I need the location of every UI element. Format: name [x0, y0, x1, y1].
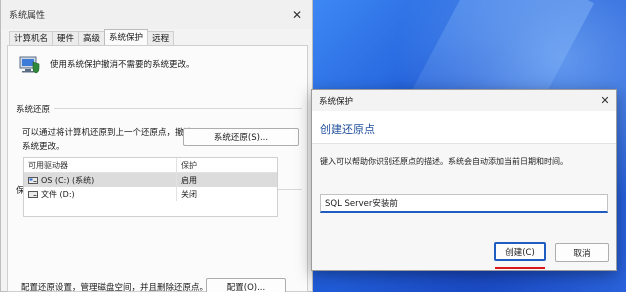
shield-computer-icon — [19, 56, 40, 74]
drive-name: OS (C:) (系统) — [41, 175, 95, 185]
table-row[interactable]: 文件 (D:) 关闭 — [24, 187, 277, 201]
restore-section-title: 系统还原 — [16, 105, 51, 115]
table-header: 可用驱动器 保护 — [24, 158, 277, 173]
tab-system-protection[interactable]: 系统保护 — [104, 29, 149, 45]
restore-text-line2: 系统更改。 — [22, 142, 65, 152]
title-bar: 系统属性 ✕ — [1, 0, 312, 29]
section-divider — [54, 108, 302, 109]
protection-description: 使用系统保护撤消不需要的系统更改。 — [50, 60, 195, 70]
close-icon[interactable]: ✕ — [282, 4, 312, 26]
create-button[interactable]: 创建(C) — [494, 242, 546, 261]
close-icon[interactable]: ✕ — [594, 94, 616, 107]
column-header-protection: 保护 — [176, 158, 277, 172]
drive-icon — [28, 190, 38, 198]
tab-strip: 计算机名 硬件 高级 系统保护 远程 — [9, 29, 175, 45]
dialog-title: 系统保护 — [319, 96, 354, 107]
drive-name: 文件 (D:) — [41, 189, 75, 199]
highlight-underline — [495, 267, 545, 269]
system-protection-dialog: 系统保护 ✕ 创建还原点 键入可以帮助你识别还原点的描述。系统会自动添加当前日期… — [311, 89, 617, 271]
table-row[interactable]: OS (C:) (系统) 启用 — [24, 173, 277, 187]
drive-table: 可用驱动器 保护 OS (C:) (系统) 启用 文件 (D:) 关闭 — [23, 157, 278, 217]
cancel-button[interactable]: 取消 — [555, 243, 609, 262]
configure-button[interactable]: 配置(O)... — [206, 278, 286, 292]
drive-status: 启用 — [176, 173, 277, 187]
drive-status: 关闭 — [176, 187, 277, 201]
dialog-heading: 创建还原点 — [320, 123, 375, 136]
system-properties-window: 系统属性 ✕ 计算机名 硬件 高级 系统保护 远程 使用系统保护撤消不需要的系统… — [0, 0, 313, 292]
column-header-drives: 可用驱动器 — [28, 160, 68, 170]
window-title: 系统属性 — [9, 11, 46, 21]
tab-computer-name[interactable]: 计算机名 — [9, 31, 54, 45]
drive-icon — [28, 176, 38, 184]
tab-remote[interactable]: 远程 — [147, 31, 175, 45]
configure-description: 配置还原设置，管理磁盘空间，并且删除还原点。 — [21, 283, 209, 292]
system-restore-button[interactable]: 系统还原(S)... — [183, 128, 299, 146]
dialog-description: 键入可以帮助你识别还原点的描述。系统会自动添加当前日期和时间。 — [320, 157, 568, 166]
dialog-title-bar: 系统保护 ✕ — [312, 90, 616, 111]
tab-hardware[interactable]: 硬件 — [52, 31, 80, 45]
dialog-header: 创建还原点 — [312, 111, 616, 144]
restore-text-line1: 可以通过将计算机还原到上一个还原点，撤消 — [22, 128, 193, 138]
tab-advanced[interactable]: 高级 — [78, 31, 106, 45]
restore-point-name-input[interactable]: SQL Server安装前 — [320, 194, 608, 213]
